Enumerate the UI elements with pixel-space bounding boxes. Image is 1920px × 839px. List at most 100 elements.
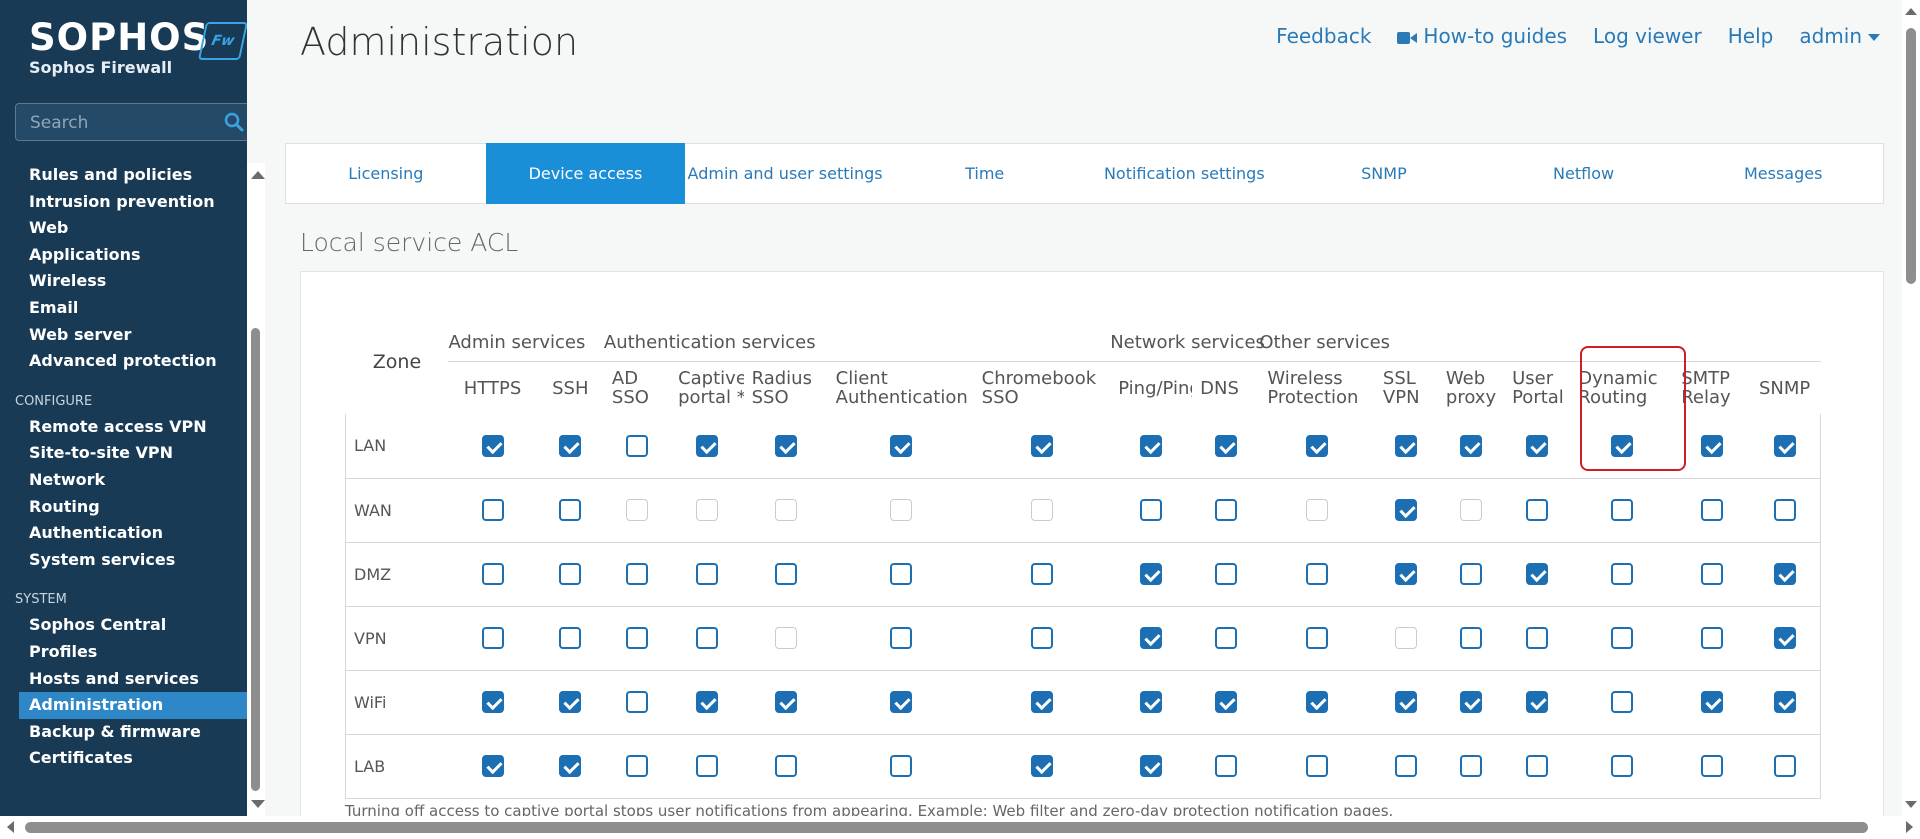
https-checkbox[interactable] [481, 691, 504, 713]
web-proxy-checkbox[interactable] [1460, 627, 1482, 649]
sidebar-item-intrusion-prevention[interactable]: Intrusion prevention [0, 189, 247, 216]
sidebar-item-web-server[interactable]: Web server [0, 322, 247, 349]
dns-checkbox[interactable] [1214, 499, 1237, 521]
ping-ping6-checkbox[interactable] [1140, 627, 1163, 649]
smtp-relay-checkbox[interactable] [1701, 691, 1724, 713]
chromebook-sso-checkbox[interactable] [1030, 434, 1053, 457]
user-portal-checkbox[interactable] [1526, 627, 1549, 649]
ad-sso-checkbox[interactable] [625, 691, 648, 713]
captive-portal-checkbox[interactable] [695, 755, 718, 777]
https-checkbox[interactable] [481, 499, 504, 521]
dns-checkbox[interactable] [1214, 691, 1237, 713]
client-authentication-checkbox[interactable] [889, 691, 912, 713]
ping-ping6-checkbox[interactable] [1140, 755, 1163, 777]
dns-checkbox[interactable] [1214, 563, 1237, 585]
ssh-checkbox[interactable] [559, 691, 582, 713]
wireless-protection-checkbox[interactable] [1306, 627, 1329, 649]
ad-sso-checkbox[interactable] [625, 627, 648, 649]
ssl-vpn-checkbox[interactable] [1395, 563, 1418, 585]
sidebar-item-routing[interactable]: Routing [0, 494, 247, 521]
https-checkbox[interactable] [481, 563, 504, 585]
snmp-checkbox[interactable] [1774, 627, 1797, 649]
user-portal-checkbox[interactable] [1526, 499, 1549, 521]
wireless-protection-checkbox[interactable] [1306, 563, 1329, 585]
user-portal-checkbox[interactable] [1526, 691, 1549, 713]
sidebar-item-email[interactable]: Email [0, 295, 247, 322]
sophos-logo[interactable]: SOPHOS Sophos Firewall [29, 16, 209, 77]
sidebar-item-wireless[interactable]: Wireless [0, 268, 247, 295]
tab-time[interactable]: Time [885, 144, 1085, 203]
scroll-down-arrow-icon[interactable] [1905, 801, 1917, 808]
tab-notification-settings[interactable]: Notification settings [1085, 144, 1285, 203]
page-horizontal-scrollbar[interactable] [0, 816, 1920, 839]
ssh-checkbox[interactable] [559, 499, 582, 521]
dynamic-routing-checkbox[interactable] [1610, 434, 1633, 457]
dns-checkbox[interactable] [1214, 755, 1237, 777]
dynamic-routing-checkbox[interactable] [1610, 627, 1633, 649]
https-checkbox[interactable] [481, 627, 504, 649]
scroll-left-arrow-icon[interactable] [7, 821, 14, 833]
https-checkbox[interactable] [481, 434, 504, 457]
tab-device-access[interactable]: Device access [485, 143, 686, 204]
sidebar-scroll-thumb[interactable] [251, 328, 260, 791]
sidebar-item-applications[interactable]: Applications [0, 242, 247, 269]
user-portal-checkbox[interactable] [1526, 434, 1549, 457]
smtp-relay-checkbox[interactable] [1701, 755, 1724, 777]
dynamic-routing-checkbox[interactable] [1610, 755, 1633, 777]
user-portal-checkbox[interactable] [1526, 563, 1549, 585]
captive-portal-checkbox[interactable] [695, 691, 718, 713]
tab-messages[interactable]: Messages [1683, 144, 1883, 203]
horizontal-scroll-thumb[interactable] [25, 822, 1868, 833]
dns-checkbox[interactable] [1214, 434, 1237, 457]
client-authentication-checkbox[interactable] [889, 563, 912, 585]
smtp-relay-checkbox[interactable] [1701, 627, 1724, 649]
tab-admin-and-user-settings[interactable]: Admin and user settings [685, 144, 885, 203]
tab-netflow[interactable]: Netflow [1484, 144, 1684, 203]
dns-checkbox[interactable] [1214, 627, 1237, 649]
radius-sso-checkbox[interactable] [774, 434, 797, 457]
scroll-up-arrow-icon[interactable] [251, 171, 265, 179]
scroll-down-arrow-icon[interactable] [251, 800, 265, 808]
chromebook-sso-checkbox[interactable] [1030, 563, 1053, 585]
ssh-checkbox[interactable] [559, 563, 582, 585]
scroll-right-arrow-icon[interactable] [1906, 821, 1913, 833]
ping-ping6-checkbox[interactable] [1140, 434, 1163, 457]
smtp-relay-checkbox[interactable] [1701, 499, 1724, 521]
client-authentication-checkbox[interactable] [889, 434, 912, 457]
ssl-vpn-checkbox[interactable] [1395, 691, 1418, 713]
ad-sso-checkbox[interactable] [625, 434, 648, 457]
smtp-relay-checkbox[interactable] [1701, 563, 1724, 585]
snmp-checkbox[interactable] [1774, 499, 1797, 521]
captive-portal-checkbox[interactable] [695, 563, 718, 585]
sidebar-item-network[interactable]: Network [0, 467, 247, 494]
tab-snmp[interactable]: SNMP [1284, 144, 1484, 203]
ssl-vpn-checkbox[interactable] [1395, 434, 1418, 457]
client-authentication-checkbox[interactable] [889, 755, 912, 777]
captive-portal-checkbox[interactable] [695, 434, 718, 457]
page-vertical-scrollbar[interactable] [1902, 0, 1920, 816]
radius-sso-checkbox[interactable] [774, 755, 797, 777]
sidebar-item-profiles[interactable]: Profiles [0, 639, 247, 666]
search-input[interactable] [16, 104, 232, 142]
ssl-vpn-checkbox[interactable] [1395, 499, 1418, 521]
sidebar-scrollbar[interactable] [247, 163, 265, 816]
sidebar-item-hosts-and-services[interactable]: Hosts and services [0, 666, 247, 693]
radius-sso-checkbox[interactable] [774, 563, 797, 585]
ad-sso-checkbox[interactable] [625, 563, 648, 585]
log-viewer-link[interactable]: Log viewer [1593, 24, 1702, 50]
vertical-scroll-thumb[interactable] [1906, 28, 1916, 284]
scroll-up-arrow-icon[interactable] [1905, 8, 1917, 15]
chromebook-sso-checkbox[interactable] [1030, 691, 1053, 713]
wireless-protection-checkbox[interactable] [1306, 755, 1329, 777]
sidebar-item-rules-and-policies[interactable]: Rules and policies [0, 162, 247, 189]
sidebar-item-administration[interactable]: Administration [19, 692, 247, 719]
sidebar-item-site-to-site-vpn[interactable]: Site-to-site VPN [0, 440, 247, 467]
dynamic-routing-checkbox[interactable] [1610, 563, 1633, 585]
snmp-checkbox[interactable] [1774, 755, 1797, 777]
dynamic-routing-checkbox[interactable] [1610, 499, 1633, 521]
ad-sso-checkbox[interactable] [625, 755, 648, 777]
sidebar-item-web[interactable]: Web [0, 215, 247, 242]
smtp-relay-checkbox[interactable] [1701, 434, 1724, 457]
sidebar-item-authentication[interactable]: Authentication [0, 520, 247, 547]
feedback-link[interactable]: Feedback [1276, 24, 1371, 50]
